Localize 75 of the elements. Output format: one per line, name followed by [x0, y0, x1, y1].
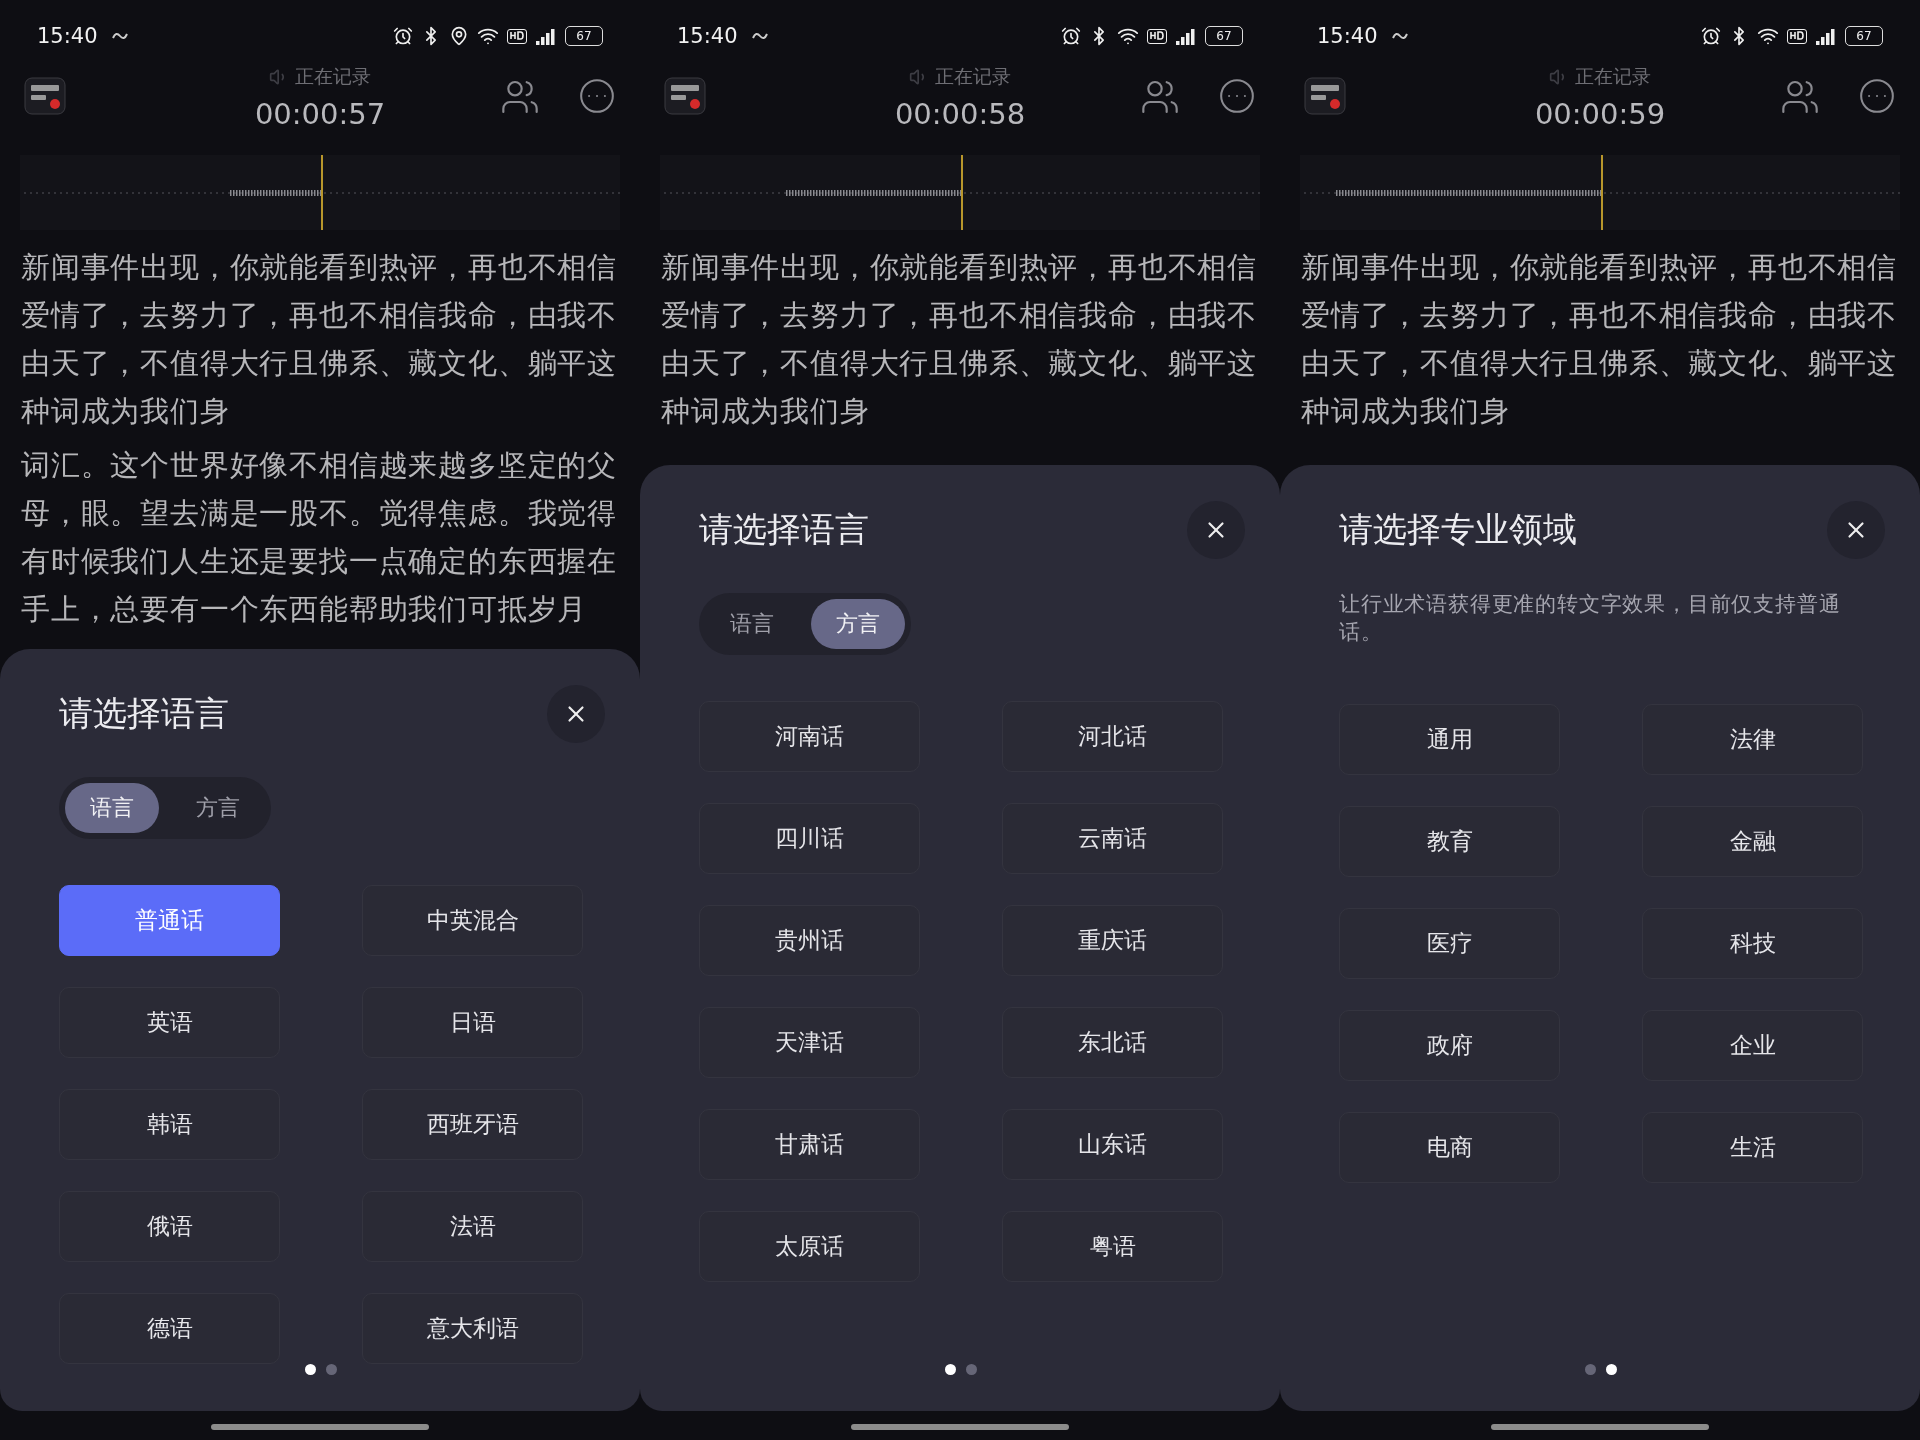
transcript-paragraph: 词汇。这个世界好像不相信越来越多坚定的父母，眼。望去满是一股不。觉得焦虑。我觉得有时候我们人生还是要找一点确定的东西握在手上，总要有一个东西能帮助我们可抵岁月: [21, 447, 618, 628]
signal-icon: [535, 27, 557, 45]
battery-icon: 67: [1205, 26, 1243, 46]
option-button[interactable]: 普通话: [59, 885, 280, 956]
recording-label: 正在记录: [269, 64, 371, 90]
more-icon[interactable]: [1858, 77, 1896, 115]
option-button[interactable]: 四川话: [699, 803, 920, 874]
sheet-description: 让行业术语获得更准的转文字效果，目前仅支持普通话。: [1339, 591, 1842, 646]
option-button[interactable]: 西班牙语: [362, 1089, 583, 1160]
hd-icon: [1147, 28, 1167, 44]
option-button[interactable]: 山东话: [1002, 1109, 1223, 1180]
sheet-title: 请选择专业领域: [1339, 508, 1577, 551]
option-button[interactable]: 金融: [1642, 806, 1863, 877]
more-icon[interactable]: [578, 77, 616, 115]
transcript-paragraph: 新闻事件出现，你就能看到热评，再也不相信爱情了，去努力了，再也不相信我命，由我不由天了，不值得大行且佛系、藏文化、躺平这种词成为我们身: [1301, 249, 1898, 430]
status-time: 15:40: [677, 24, 738, 48]
segment-tab[interactable]: 语言: [705, 599, 799, 649]
location-icon: [449, 26, 469, 46]
option-button[interactable]: 中英混合: [362, 885, 583, 956]
more-icon[interactable]: [1218, 77, 1256, 115]
recording-label: 正在记录: [1549, 64, 1651, 90]
recording-card-icon[interactable]: [664, 77, 706, 115]
option-button[interactable]: 科技: [1642, 908, 1863, 979]
option-button[interactable]: 法语: [362, 1191, 583, 1262]
segment-tab[interactable]: 语言: [65, 783, 159, 833]
option-button[interactable]: 英语: [59, 987, 280, 1058]
option-button[interactable]: 粤语: [1002, 1211, 1223, 1282]
recording-timer: 00:00:58: [894, 96, 1026, 132]
option-button[interactable]: 重庆话: [1002, 905, 1223, 976]
option-button[interactable]: 东北话: [1002, 1007, 1223, 1078]
recording-timer: 00:00:59: [1534, 96, 1666, 132]
option-button[interactable]: 法律: [1642, 704, 1863, 775]
sheet-title: 请选择语言: [59, 692, 229, 735]
alarm-icon: [1701, 26, 1721, 46]
option-button[interactable]: 企业: [1642, 1010, 1863, 1081]
hd-icon: [1787, 28, 1807, 44]
recording-card-icon[interactable]: [24, 77, 66, 115]
option-button[interactable]: 教育: [1339, 806, 1560, 877]
option-button[interactable]: 俄语: [59, 1191, 280, 1262]
hd-icon: [507, 28, 527, 44]
option-button[interactable]: 电商: [1339, 1112, 1560, 1183]
option-button[interactable]: 河北话: [1002, 701, 1223, 772]
option-button[interactable]: 政府: [1339, 1010, 1560, 1081]
recording-card-icon[interactable]: [1304, 77, 1346, 115]
sheet-title: 请选择语言: [699, 508, 869, 551]
option-button[interactable]: 通用: [1339, 704, 1560, 775]
recording-label: 正在记录: [909, 64, 1011, 90]
option-button[interactable]: 河南话: [699, 701, 920, 772]
option-button[interactable]: 贵州话: [699, 905, 920, 976]
option-button[interactable]: 韩语: [59, 1089, 280, 1160]
option-button[interactable]: 意大利语: [362, 1293, 583, 1364]
option-button[interactable]: 云南话: [1002, 803, 1223, 874]
option-button[interactable]: 医疗: [1339, 908, 1560, 979]
segment-tab[interactable]: 方言: [811, 599, 905, 649]
option-button[interactable]: 太原话: [699, 1211, 920, 1282]
option-button[interactable]: 日语: [362, 987, 583, 1058]
transcript-paragraph: 新闻事件出现，你就能看到热评，再也不相信爱情了，去努力了，再也不相信我命，由我不由天了，不值得大行且佛系、藏文化、躺平这种词成为我们身: [21, 249, 618, 430]
option-button[interactable]: 甘肃话: [699, 1109, 920, 1180]
alarm-icon: [393, 26, 413, 46]
segment-tab[interactable]: 方言: [171, 783, 265, 833]
option-button[interactable]: 德语: [59, 1293, 280, 1364]
signal-icon: [1175, 27, 1197, 45]
status-time: 15:40: [1317, 24, 1378, 48]
battery-icon: 67: [1845, 26, 1883, 46]
alarm-icon: [1061, 26, 1081, 46]
transcript-paragraph: 新闻事件出现，你就能看到热评，再也不相信爱情了，去努力了，再也不相信我命，由我不由天了，不值得大行且佛系、藏文化、躺平这种词成为我们身: [661, 249, 1258, 430]
wave-icon: [111, 30, 128, 42]
wave-icon: [751, 30, 768, 42]
wave-icon: [1391, 30, 1408, 42]
option-button[interactable]: 生活: [1642, 1112, 1863, 1183]
recording-timer: 00:00:57: [254, 96, 386, 132]
signal-icon: [1815, 27, 1837, 45]
option-button[interactable]: 天津话: [699, 1007, 920, 1078]
battery-icon: 67: [565, 26, 603, 46]
status-time: 15:40: [37, 24, 98, 48]
